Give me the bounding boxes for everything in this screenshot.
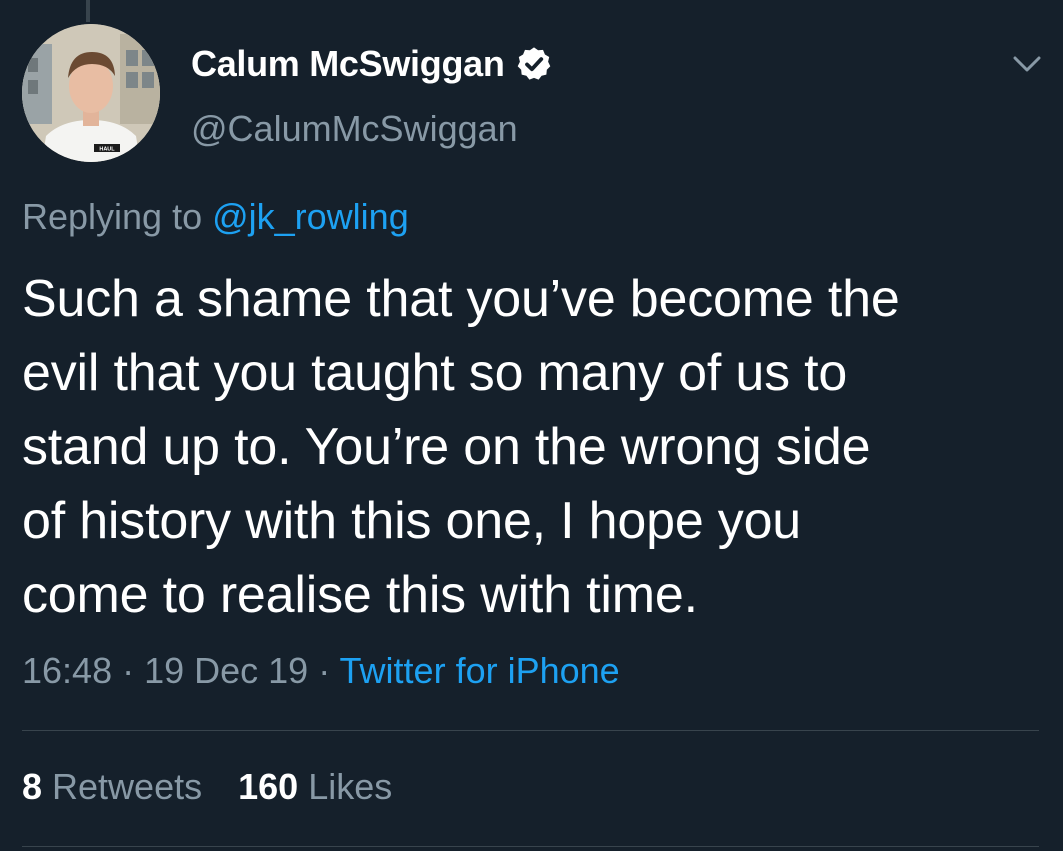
tweet-date[interactable]: 19 Dec 19 [144, 650, 308, 691]
meta-separator: · [112, 650, 145, 691]
tweet-text-line: stand up to. You’re on the wrong side [22, 418, 871, 476]
tweet-text-line: evil that you taught so many of us to [22, 344, 848, 402]
chevron-down-icon[interactable] [1010, 50, 1044, 78]
tweet-text-line: Such a shame that you’ve become the [22, 270, 900, 328]
tweet-text-line: come to realise this with time. [22, 566, 698, 624]
thread-connector-line [86, 0, 90, 22]
divider [22, 730, 1039, 731]
meta-separator: · [308, 650, 340, 691]
replying-to-line: Replying to @jk_rowling [22, 196, 409, 238]
verified-badge-icon [517, 47, 550, 80]
divider [22, 846, 1039, 847]
avatar-image: HAUL [22, 24, 160, 162]
tweet-metadata: 16:48 · 19 Dec 19 · Twitter for iPhone [22, 650, 620, 692]
author-handle[interactable]: @CalumMcSwiggan [191, 108, 518, 150]
tweet-text: Such a shame that you’ve become the evil… [22, 262, 1042, 632]
tweet-text-line: of history with this one, I hope you [22, 492, 802, 550]
replying-to-label: Replying to [22, 196, 213, 237]
likes-stat[interactable]: 160 Likes [238, 766, 392, 808]
avatar[interactable]: HAUL [22, 24, 160, 162]
retweets-count: 8 [22, 766, 43, 807]
likes-label: Likes [298, 766, 393, 807]
tweet-stats: 8 Retweets 160 Likes [22, 766, 428, 808]
retweets-stat[interactable]: 8 Retweets [22, 766, 202, 808]
retweets-label: Retweets [42, 766, 203, 807]
tweet-time[interactable]: 16:48 [22, 650, 112, 691]
author-display-name[interactable]: Calum McSwiggan [191, 43, 505, 85]
likes-count: 160 [238, 766, 299, 807]
avatar-shirt-text: HAUL [99, 147, 115, 153]
tweet-source-link[interactable]: Twitter for iPhone [340, 650, 620, 691]
reply-mention-link[interactable]: @jk_rowling [212, 196, 409, 237]
author-name-row[interactable]: Calum McSwiggan [191, 43, 553, 85]
